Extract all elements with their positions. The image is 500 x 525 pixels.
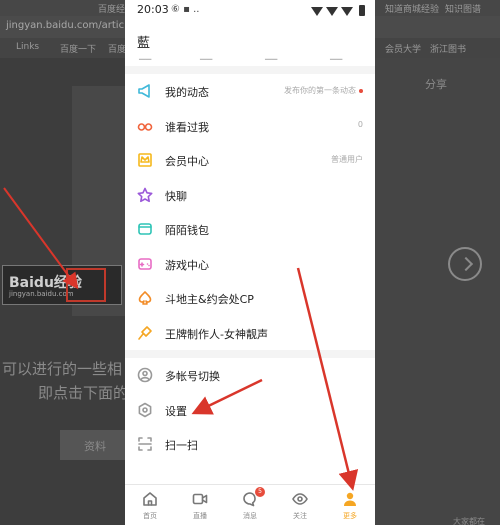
menu-item-label: 快聊 bbox=[165, 189, 187, 203]
menu-item-detail: 发布你的第一条动态 bbox=[284, 85, 363, 96]
menu-item-label: 会员中心 bbox=[165, 155, 209, 168]
next-slide-icon[interactable] bbox=[448, 247, 482, 281]
person-icon bbox=[342, 491, 358, 507]
status-time: 20:03 bbox=[137, 3, 169, 16]
status-bar: 20:03 ⑥ ▪ .. bbox=[125, 0, 375, 22]
menu-item[interactable]: 游戏中心 bbox=[125, 247, 375, 281]
menu-item[interactable]: 扫一扫 bbox=[125, 427, 375, 461]
spade-icon bbox=[137, 290, 153, 306]
browser-tab[interactable]: 知识图谱 bbox=[445, 2, 481, 15]
background-right-panel: 分享 大家都在 bbox=[375, 58, 500, 525]
nav-tab[interactable]: 直播 bbox=[175, 489, 225, 525]
nav-tab[interactable]: 首页 bbox=[125, 489, 175, 525]
bookmark-item[interactable]: 百度一下 bbox=[60, 42, 96, 55]
nav-tab-label: 关注 bbox=[293, 512, 307, 520]
nav-tab-label: 首页 bbox=[143, 512, 157, 520]
browser-tab[interactable]: 知道商城经验 bbox=[385, 2, 439, 15]
menu-item-detail: 普通用户 bbox=[331, 155, 363, 164]
bottom-navigation: 首页 直播 5 消息 关注 更多 bbox=[125, 484, 375, 525]
battery-icon bbox=[359, 5, 365, 16]
unread-badge: 5 bbox=[255, 487, 265, 497]
share-label: 分享 bbox=[425, 78, 447, 91]
related-label: 大家都在 bbox=[453, 517, 485, 525]
highlight-box bbox=[66, 268, 106, 302]
signal-icon bbox=[326, 7, 338, 16]
section-divider bbox=[125, 350, 375, 358]
bookmark-item[interactable]: Links bbox=[16, 42, 39, 52]
menu-item-label: 王牌制作人-女神靓声 bbox=[165, 327, 268, 341]
profile-stats-row: ▁▁ ▁▁ ▁▁ ▁▁ bbox=[139, 51, 343, 60]
nav-tab[interactable]: 更多 bbox=[325, 489, 375, 525]
star-icon bbox=[137, 187, 153, 203]
settings-hexagon-icon bbox=[137, 402, 153, 418]
menu-item[interactable]: 设置 bbox=[125, 393, 375, 427]
browser-url: jingyan.baidu.com/article/ bbox=[6, 20, 137, 31]
menu-item[interactable]: 我的动态 发布你的第一条动态 bbox=[125, 74, 375, 108]
megaphone-icon bbox=[137, 83, 153, 99]
menu-item-label: 谁看过我 bbox=[165, 120, 209, 134]
menu-item-label: 游戏中心 bbox=[165, 258, 209, 272]
menu-item[interactable]: 王牌制作人-女神靓声 bbox=[125, 316, 375, 350]
menu-item-label: 我的动态 bbox=[165, 86, 209, 99]
menu-item[interactable]: 斗地主&约会处CP bbox=[125, 281, 375, 315]
bookmark-item[interactable]: 会员大学 bbox=[385, 42, 421, 55]
nav-tab-label: 更多 bbox=[343, 512, 357, 520]
microphone-icon bbox=[137, 325, 153, 341]
nav-tab-label: 消息 bbox=[243, 512, 257, 520]
menu-item-detail: 0 bbox=[357, 119, 363, 129]
menu-item-label: 扫一扫 bbox=[165, 439, 198, 452]
account-switch-icon bbox=[137, 367, 153, 383]
nav-tab-label: 直播 bbox=[193, 512, 207, 520]
unread-dot bbox=[359, 88, 363, 93]
eye-icon bbox=[292, 491, 308, 507]
article-text: 可以进行的一些相 bbox=[2, 360, 123, 378]
wallet-icon bbox=[137, 221, 153, 237]
status-system-icons bbox=[311, 4, 365, 16]
signal-icon bbox=[341, 7, 353, 16]
menu-item[interactable]: 多帐号切换 bbox=[125, 358, 375, 392]
menu-item-label: 斗地主&约会处CP bbox=[165, 293, 254, 306]
phone-screen: 20:03 ⑥ ▪ .. 藍 ▁▁ ▁▁ ▁▁ ▁▁ 我的动态 发布你的第一条动态谁看过… bbox=[125, 0, 375, 525]
menu-item-label: 陌陌钱包 bbox=[165, 224, 209, 237]
glasses-icon bbox=[137, 118, 153, 134]
menu-item[interactable]: 会员中心 普通用户 bbox=[125, 143, 375, 177]
menu-item-label: 多帐号切换 bbox=[165, 370, 220, 383]
wifi-icon bbox=[311, 7, 323, 16]
menu-item[interactable]: 快聊 bbox=[125, 178, 375, 212]
username[interactable]: 藍 bbox=[137, 32, 150, 51]
nav-tab[interactable]: 5 消息 bbox=[225, 487, 275, 525]
bookmark-item[interactable]: 百度 bbox=[108, 42, 126, 55]
menu-item-label: 设置 bbox=[165, 404, 187, 418]
crown-icon bbox=[137, 152, 153, 168]
section-divider bbox=[125, 66, 375, 74]
scan-icon bbox=[137, 436, 153, 452]
home-icon bbox=[142, 491, 158, 507]
gamepad-icon bbox=[137, 256, 153, 272]
video-icon bbox=[192, 491, 208, 507]
nav-tab[interactable]: 关注 bbox=[275, 489, 325, 525]
status-notification-icons: ⑥ ▪ .. bbox=[171, 4, 200, 15]
bookmark-item[interactable]: 浙江图书 bbox=[430, 42, 466, 55]
menu-item[interactable]: 陌陌钱包 bbox=[125, 212, 375, 246]
menu-item[interactable]: 谁看过我 0 bbox=[125, 109, 375, 143]
